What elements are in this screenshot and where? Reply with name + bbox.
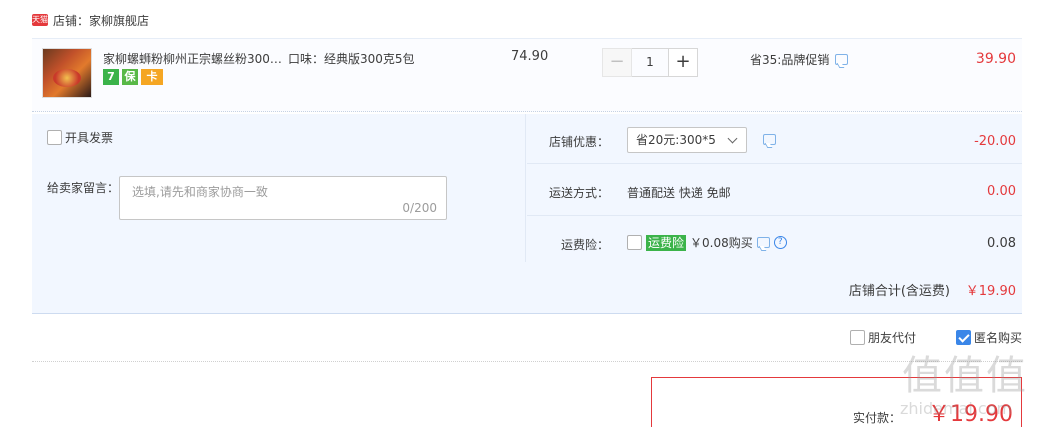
payment-summary: 实付款： ￥19.90 bbox=[651, 377, 1022, 427]
shipping-value: 0.00 bbox=[987, 184, 1016, 199]
unit-price: 74.90 bbox=[511, 49, 549, 64]
shop-total-value: ￥19.90 bbox=[965, 284, 1016, 299]
item-total: 39.90 bbox=[975, 51, 1016, 67]
insurance-row: 运费险： 运费险 ￥0.08购买 ? 0.08 bbox=[527, 216, 1022, 262]
shop-total-row: 店铺合计(含运费) ￥19.90 bbox=[32, 262, 1022, 314]
insurance-value: 0.08 bbox=[987, 236, 1016, 251]
product-title[interactable]: 家柳螺蛳粉柳州正宗螺丝粉300… bbox=[103, 50, 282, 67]
chat-icon[interactable] bbox=[756, 237, 770, 248]
seven-day-return-icon: 7 bbox=[103, 69, 119, 85]
seller-message-input[interactable]: 选填,请先和商家协商一致 0/200 bbox=[119, 176, 447, 220]
divider bbox=[32, 361, 1022, 362]
message-placeholder: 选填,请先和商家协商一致 bbox=[132, 185, 268, 199]
payment-value: ￥19.90 bbox=[928, 402, 1013, 427]
promo-info: 省35:品牌促销 bbox=[750, 51, 849, 68]
discount-value: -20.00 bbox=[974, 134, 1016, 149]
chat-icon[interactable] bbox=[835, 54, 849, 65]
message-char-count: 0/200 bbox=[402, 201, 437, 215]
order-options-left: 开具发票 给卖家留言： 选填,请先和商家协商一致 0/200 bbox=[32, 114, 526, 262]
product-thumbnail[interactable] bbox=[42, 48, 92, 98]
payment-options: 朋友代付 匿名购买 bbox=[849, 329, 1022, 346]
insurance-price: ￥0.08购买 bbox=[690, 236, 753, 250]
shop-name[interactable]: 店铺：家柳旗舰店 bbox=[53, 12, 149, 29]
friend-pay-option[interactable]: 朋友代付 bbox=[849, 329, 916, 346]
discount-select[interactable]: 省20元:300*5 bbox=[627, 127, 747, 153]
tmall-logo-icon: 天猫 bbox=[32, 14, 48, 26]
friend-pay-label: 朋友代付 bbox=[867, 331, 916, 345]
product-badges: 7 保 卡 bbox=[103, 69, 163, 85]
invoice-checkbox[interactable] bbox=[47, 130, 62, 145]
insurance-checkbox[interactable] bbox=[627, 235, 642, 250]
cart-item-row: 家柳螺蛳粉柳州正宗螺丝粉300… 7 保 卡 口味：经典版300克5包 74.9… bbox=[32, 38, 1022, 112]
shop-header: 天猫 店铺：家柳旗舰店 bbox=[32, 12, 149, 28]
product-sku: 口味：经典版300克5包 bbox=[288, 52, 415, 66]
order-options: 开具发票 给卖家留言： 选填,请先和商家协商一致 0/200 店铺优惠： 省20… bbox=[32, 114, 1022, 314]
shipping-row: 运送方式： 普通配送 快递 免邮 0.00 bbox=[527, 164, 1022, 216]
shipping-label: 运送方式： bbox=[548, 186, 609, 200]
insurance-option: 运费险 ￥0.08购买 ? bbox=[627, 234, 787, 251]
chevron-down-icon bbox=[727, 133, 738, 144]
anonymous-label: 匿名购买 bbox=[973, 331, 1022, 345]
anonymous-checkbox[interactable] bbox=[955, 330, 971, 345]
insurance-tag: 运费险 bbox=[646, 234, 687, 251]
shop-discount-row: 店铺优惠： 省20元:300*5 -20.00 bbox=[527, 114, 1022, 164]
help-icon[interactable]: ? bbox=[773, 236, 787, 249]
shipping-method: 普通配送 快递 免邮 bbox=[627, 186, 731, 200]
discount-label: 店铺优惠： bbox=[548, 135, 609, 149]
friend-pay-checkbox[interactable] bbox=[849, 330, 865, 345]
guarantee-icon: 保 bbox=[122, 69, 138, 85]
promo-text: 省35:品牌促销 bbox=[750, 53, 830, 67]
quantity-stepper: − 1 + bbox=[602, 48, 698, 77]
credit-card-icon: 卡 bbox=[141, 69, 163, 85]
insurance-label: 运费险： bbox=[560, 238, 609, 252]
payment-label: 实付款： bbox=[852, 411, 901, 425]
message-label: 给卖家留言： bbox=[47, 181, 120, 195]
discount-selected: 省20元:300*5 bbox=[636, 133, 716, 147]
invoice-option[interactable]: 开具发票 bbox=[47, 129, 113, 146]
quantity-decrease-button[interactable]: − bbox=[602, 48, 632, 77]
shop-total-label: 店铺合计(含运费) bbox=[848, 284, 950, 299]
quantity-increase-button[interactable]: + bbox=[668, 48, 698, 77]
quantity-input[interactable]: 1 bbox=[632, 48, 668, 77]
chat-icon[interactable] bbox=[763, 134, 776, 145]
invoice-label: 开具发票 bbox=[65, 131, 114, 145]
anonymous-option[interactable]: 匿名购买 bbox=[955, 329, 1022, 346]
